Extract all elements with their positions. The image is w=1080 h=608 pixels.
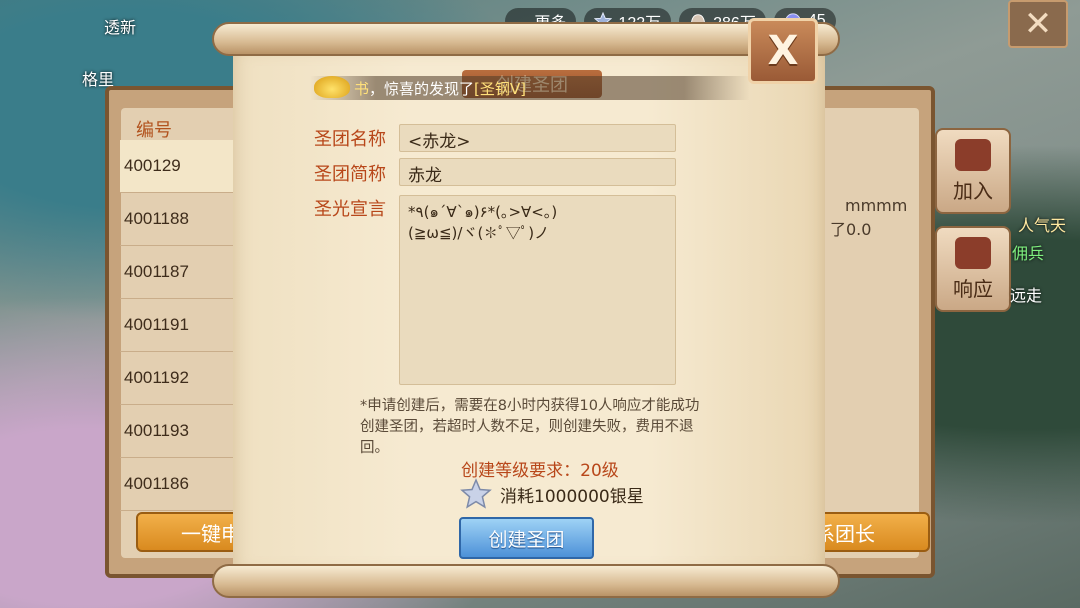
guild-id: 400129 <box>124 156 181 175</box>
join-label: 加入 <box>953 178 993 203</box>
guild-id: 4001193 <box>124 421 189 440</box>
scroll-top-roll <box>212 22 840 56</box>
bg-text-1: mmmm <box>845 196 908 215</box>
ticker-highlight: [圣钢V] <box>474 79 526 98</box>
guild-name-label: 圣团名称 <box>314 129 386 150</box>
scroll-bottom-roll <box>212 564 840 598</box>
bg-text-mercenary: 佣兵 <box>1012 244 1045 263</box>
declaration-label: 圣光宣言 <box>314 199 386 220</box>
guild-short-name-label: 圣团简称 <box>314 164 386 185</box>
guild-short-name-input[interactable]: 赤龙 <box>399 158 676 186</box>
guild-id: 4001191 <box>124 315 189 334</box>
announcement-ticker: 书 ，惊喜的发现了 [圣钢V] <box>310 76 750 100</box>
creation-note: *申请创建后，需要在8小时内获得10人响应才能成功创建圣团，若超时人数不足，则创… <box>360 398 700 456</box>
map-label-1: 透新 <box>104 18 137 37</box>
respond-button[interactable]: 响应 <box>935 226 1011 312</box>
ticker-text: ，惊喜的发现了 <box>369 79 475 98</box>
respond-label: 响应 <box>953 276 993 301</box>
create-guild-button[interactable]: 创建圣团 <box>459 517 594 559</box>
declaration-textarea[interactable]: *٩(๑´∀`๑)۶*(｡>∀<｡) (≧ω≦)/ヾ(✽ﾟ▽ﾟ)ノ <box>399 195 676 385</box>
join-button[interactable]: 加入 <box>935 128 1011 214</box>
guild-id: 4001187 <box>124 262 189 281</box>
join-icon <box>955 138 991 171</box>
cost-text: 消耗1000000银星 <box>500 486 644 507</box>
ticker-prefix: 书 <box>354 79 370 98</box>
creation-cost: 消耗1000000银星 <box>460 478 644 510</box>
bg-text-popularity: 人气天 <box>1018 216 1067 235</box>
close-button[interactable]: X <box>748 18 818 84</box>
bg-text-2: 了0.0 <box>830 220 872 239</box>
fist-icon <box>955 236 991 269</box>
bg-text-player: 远走 <box>1010 286 1043 305</box>
column-header-id: 编号 <box>136 120 172 141</box>
silver-star-icon <box>460 478 492 509</box>
outer-close-button[interactable]: ✕ <box>1008 0 1068 48</box>
guild-id: 4001192 <box>124 368 189 387</box>
guild-name-input[interactable]: <赤龙> <box>399 124 676 152</box>
guild-id: 4001188 <box>124 209 189 228</box>
gold-ingot-icon <box>314 76 350 98</box>
